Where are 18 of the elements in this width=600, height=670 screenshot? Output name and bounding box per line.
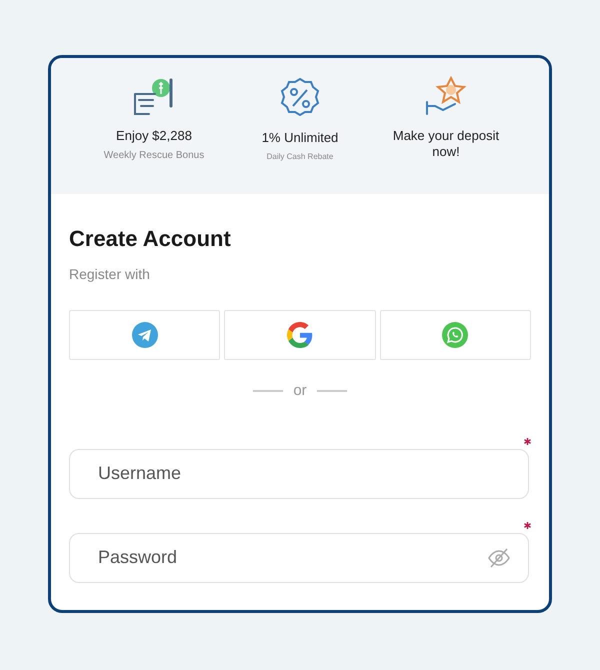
password-field[interactable]: Password [69,532,529,582]
promo-title: Make your deposit now! [392,128,500,160]
eye-off-icon[interactable] [487,548,511,568]
social-login-button[interactable] [380,310,531,360]
promo-title: Enjoy $2,288 [115,128,193,144]
register-label: Register with [69,265,151,284]
phone-bubble-icon [442,322,468,348]
promo-subtitle: Daily Cash Rebate [266,151,334,163]
hand-star-coin-icon [423,76,469,118]
social-login-button[interactable] [69,310,220,360]
promo-subtitle: Weekly Rescue Bonus [104,149,204,163]
social-login-button[interactable] [224,310,376,360]
username-field[interactable]: Username [69,448,529,498]
divider-label: or [293,381,307,401]
google-icon [286,322,313,348]
paper-plane-icon [132,322,158,348]
promo-title: 1% Unlimited [260,130,340,146]
form-title: Create Account [69,226,232,252]
